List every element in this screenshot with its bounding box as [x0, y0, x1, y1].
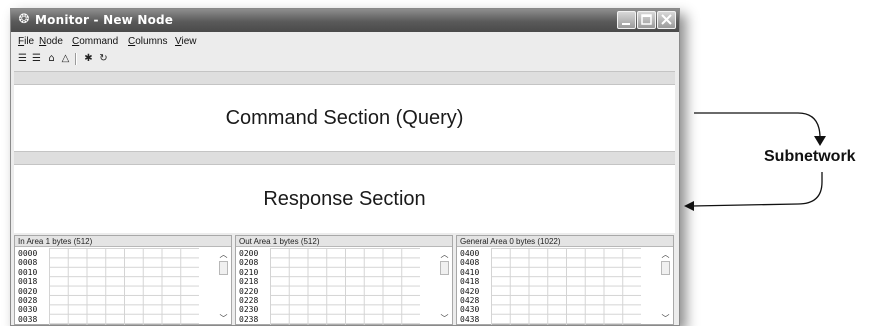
- out-area-header: Out Area 1 bytes (512): [236, 236, 452, 247]
- menu-node[interactable]: Node: [39, 36, 63, 48]
- address-cell: 0418: [460, 277, 480, 287]
- menu-columns[interactable]: Columns: [128, 36, 167, 48]
- address-cell: 0408: [460, 258, 480, 268]
- command-header-strip: [14, 71, 675, 85]
- in-area-addresses: 0000 0008 0010 0018 0020 0028 0030 0038: [18, 249, 48, 324]
- toolbar-separator: [75, 53, 77, 65]
- out-area-panel: Out Area 1 bytes (512) 0200 0208 0210 02…: [235, 235, 453, 325]
- response-header-strip: [14, 151, 675, 165]
- toolbar: ☰ ☰ ⌂ △ ✱ ↻: [11, 50, 679, 68]
- menu-command[interactable]: Command: [72, 36, 118, 48]
- address-cell: 0218: [239, 277, 259, 287]
- address-cell: 0200: [239, 249, 259, 258]
- address-cell: 0010: [18, 267, 38, 277]
- scroll-up-icon[interactable]: ︿: [439, 250, 450, 260]
- address-cell: 0438: [460, 314, 480, 324]
- scroll-thumb[interactable]: [440, 261, 449, 275]
- address-cell: 0400: [460, 249, 480, 258]
- out-area-data-grid[interactable]: [270, 248, 420, 325]
- minimize-button[interactable]: [617, 11, 636, 29]
- subnetwork-label: Subnetwork: [764, 148, 856, 165]
- address-cell: 0020: [18, 286, 38, 296]
- scroll-up-icon[interactable]: ︿: [218, 250, 229, 260]
- address-cell: 0220: [239, 286, 259, 296]
- in-area-data-grid[interactable]: [49, 248, 199, 325]
- out-area-addresses: 0200 0208 0210 0218 0220 0228 0230 0238: [239, 249, 269, 324]
- address-cell: 0238: [239, 314, 259, 324]
- command-section-label: Command Section (Query): [225, 106, 464, 129]
- address-cell: 0000: [18, 249, 38, 258]
- scroll-down-icon[interactable]: ﹀: [660, 314, 671, 324]
- in-area-header: In Area 1 bytes (512): [15, 236, 231, 247]
- close-button[interactable]: [657, 11, 676, 29]
- connect-icon[interactable]: ☰: [17, 53, 28, 64]
- address-cell: 0428: [460, 296, 480, 306]
- maximize-button[interactable]: [637, 11, 656, 29]
- node-config-icon[interactable]: ⌂: [46, 53, 57, 64]
- query-arrowhead: [814, 136, 826, 146]
- response-section-label: Response Section: [263, 187, 426, 210]
- warning-icon[interactable]: △: [60, 53, 71, 64]
- scroll-up-icon[interactable]: ︿: [660, 250, 671, 260]
- minimize-icon: [622, 23, 630, 25]
- disconnect-icon[interactable]: ☰: [31, 53, 42, 64]
- title-bar[interactable]: ❂ Monitor - New Node: [11, 9, 679, 32]
- general-area-addresses: 0400 0408 0410 0418 0420 0428 0430 0438: [460, 249, 490, 324]
- response-arrowhead: [684, 201, 694, 211]
- address-cell: 0228: [239, 296, 259, 306]
- refresh-icon[interactable]: ↻: [98, 53, 109, 64]
- address-cell: 0230: [239, 305, 259, 315]
- query-arrow: [694, 112, 821, 142]
- address-cell: 0028: [18, 296, 38, 306]
- scroll-down-icon[interactable]: ﹀: [218, 314, 229, 324]
- address-cell: 0410: [460, 267, 480, 277]
- maximize-icon: [641, 14, 652, 25]
- menu-file[interactable]: File: [18, 36, 34, 48]
- scroll-thumb[interactable]: [661, 261, 670, 275]
- monitor-app-icon: ❂: [18, 12, 30, 27]
- address-cell: 0038: [18, 314, 38, 324]
- address-cell: 0430: [460, 305, 480, 315]
- address-cell: 0030: [18, 305, 38, 315]
- address-cell: 0008: [18, 258, 38, 268]
- address-cell: 0208: [239, 258, 259, 268]
- command-section[interactable]: Command Section (Query): [14, 85, 675, 151]
- in-area-scrollbar[interactable]: ︿ ﹀: [218, 250, 229, 324]
- bug-icon[interactable]: ✱: [83, 53, 94, 64]
- in-area-panel: In Area 1 bytes (512) 0000 0008 0010 001…: [14, 235, 232, 325]
- monitor-window: ❂ Monitor - New Node File Node Command C…: [10, 8, 680, 326]
- address-cell: 0210: [239, 267, 259, 277]
- menu-bar: File Node Command Columns View: [11, 34, 679, 50]
- scroll-thumb[interactable]: [219, 261, 228, 275]
- out-area-scrollbar[interactable]: ︿ ﹀: [439, 250, 450, 324]
- address-cell: 0420: [460, 286, 480, 296]
- window-title: Monitor - New Node: [35, 13, 174, 27]
- general-area-data-grid[interactable]: [491, 248, 641, 325]
- address-cell: 0018: [18, 277, 38, 287]
- menu-view[interactable]: View: [175, 36, 197, 48]
- scroll-down-icon[interactable]: ﹀: [439, 314, 450, 324]
- general-area-scrollbar[interactable]: ︿ ﹀: [660, 250, 671, 324]
- response-section[interactable]: Response Section: [14, 165, 675, 233]
- response-arrow: [691, 172, 823, 207]
- general-area-panel: General Area 0 bytes (1022) 0400 0408 04…: [456, 235, 674, 325]
- close-icon: [661, 14, 672, 25]
- general-area-header: General Area 0 bytes (1022): [457, 236, 673, 247]
